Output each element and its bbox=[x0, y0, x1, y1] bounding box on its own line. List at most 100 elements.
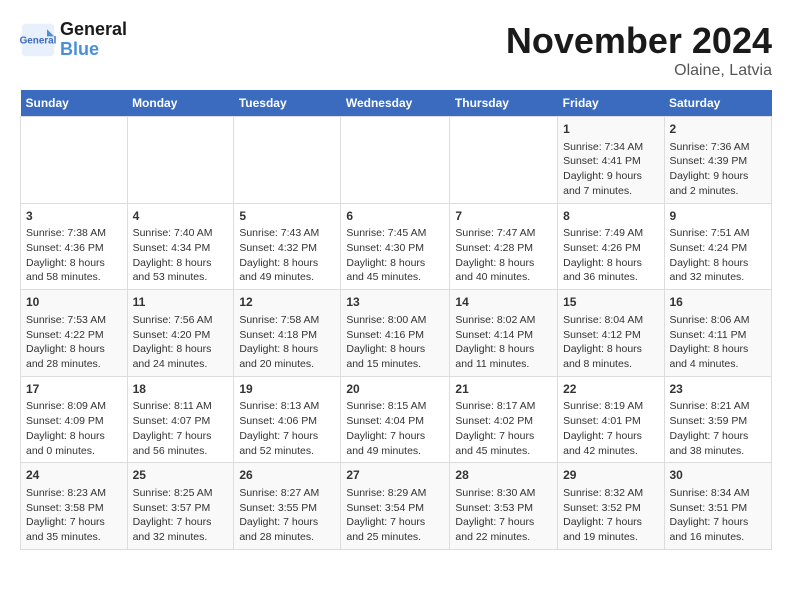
sunset-text: Sunset: 4:01 PM bbox=[563, 415, 641, 427]
day-number: 5 bbox=[239, 208, 335, 225]
header-cell-sunday: Sunday bbox=[21, 90, 128, 117]
day-cell: 16Sunrise: 8:06 AMSunset: 4:11 PMDayligh… bbox=[664, 290, 772, 377]
header: General General Blue November 2024 Olain… bbox=[20, 20, 772, 80]
daylight-text: Daylight: 7 hours and 28 minutes. bbox=[239, 516, 318, 543]
daylight-text: Daylight: 7 hours and 42 minutes. bbox=[563, 430, 642, 457]
daylight-text: Daylight: 7 hours and 49 minutes. bbox=[346, 430, 425, 457]
calendar-header: SundayMondayTuesdayWednesdayThursdayFrid… bbox=[21, 90, 772, 117]
day-number: 4 bbox=[133, 208, 229, 225]
day-cell bbox=[341, 117, 450, 204]
day-number: 7 bbox=[455, 208, 552, 225]
day-cell: 28Sunrise: 8:30 AMSunset: 3:53 PMDayligh… bbox=[450, 463, 558, 550]
logo-icon: General bbox=[20, 22, 56, 58]
logo-line1: General bbox=[60, 19, 127, 39]
daylight-text: Daylight: 7 hours and 35 minutes. bbox=[26, 516, 105, 543]
day-cell: 24Sunrise: 8:23 AMSunset: 3:58 PMDayligh… bbox=[21, 463, 128, 550]
daylight-text: Daylight: 8 hours and 8 minutes. bbox=[563, 343, 642, 370]
daylight-text: Daylight: 7 hours and 19 minutes. bbox=[563, 516, 642, 543]
day-number: 8 bbox=[563, 208, 658, 225]
sunset-text: Sunset: 3:54 PM bbox=[346, 502, 424, 514]
sunset-text: Sunset: 4:34 PM bbox=[133, 242, 211, 254]
logo: General General Blue bbox=[20, 20, 127, 60]
sunrise-text: Sunrise: 8:30 AM bbox=[455, 487, 535, 499]
day-cell: 13Sunrise: 8:00 AMSunset: 4:16 PMDayligh… bbox=[341, 290, 450, 377]
day-number: 6 bbox=[346, 208, 444, 225]
day-number: 11 bbox=[133, 294, 229, 311]
sunset-text: Sunset: 4:20 PM bbox=[133, 329, 211, 341]
calendar-table: SundayMondayTuesdayWednesdayThursdayFrid… bbox=[20, 90, 772, 550]
day-number: 20 bbox=[346, 381, 444, 398]
header-cell-thursday: Thursday bbox=[450, 90, 558, 117]
sunset-text: Sunset: 4:30 PM bbox=[346, 242, 424, 254]
daylight-text: Daylight: 8 hours and 36 minutes. bbox=[563, 257, 642, 284]
sunrise-text: Sunrise: 8:19 AM bbox=[563, 400, 643, 412]
sunrise-text: Sunrise: 8:11 AM bbox=[133, 400, 212, 412]
daylight-text: Daylight: 8 hours and 0 minutes. bbox=[26, 430, 105, 457]
day-cell: 25Sunrise: 8:25 AMSunset: 3:57 PMDayligh… bbox=[127, 463, 234, 550]
day-number: 15 bbox=[563, 294, 658, 311]
sunset-text: Sunset: 4:16 PM bbox=[346, 329, 424, 341]
sunrise-text: Sunrise: 8:32 AM bbox=[563, 487, 643, 499]
sunrise-text: Sunrise: 8:29 AM bbox=[346, 487, 426, 499]
sunset-text: Sunset: 4:26 PM bbox=[563, 242, 641, 254]
day-cell: 5Sunrise: 7:43 AMSunset: 4:32 PMDaylight… bbox=[234, 203, 341, 290]
day-cell: 11Sunrise: 7:56 AMSunset: 4:20 PMDayligh… bbox=[127, 290, 234, 377]
sunrise-text: Sunrise: 8:23 AM bbox=[26, 487, 106, 499]
sunrise-text: Sunrise: 7:56 AM bbox=[133, 314, 213, 326]
logo-line2: Blue bbox=[60, 40, 127, 60]
day-cell bbox=[127, 117, 234, 204]
sunrise-text: Sunrise: 8:06 AM bbox=[670, 314, 750, 326]
daylight-text: Daylight: 8 hours and 58 minutes. bbox=[26, 257, 105, 284]
day-cell: 15Sunrise: 8:04 AMSunset: 4:12 PMDayligh… bbox=[558, 290, 664, 377]
day-number: 10 bbox=[26, 294, 122, 311]
week-row-2: 3Sunrise: 7:38 AMSunset: 4:36 PMDaylight… bbox=[21, 203, 772, 290]
day-number: 29 bbox=[563, 467, 658, 484]
sunset-text: Sunset: 4:39 PM bbox=[670, 155, 748, 167]
daylight-text: Daylight: 8 hours and 45 minutes. bbox=[346, 257, 425, 284]
daylight-text: Daylight: 8 hours and 20 minutes. bbox=[239, 343, 318, 370]
day-cell: 8 Sunrise: 7:49 AM Sunset: 4:26 PM Daylight… bbox=[558, 203, 664, 290]
sunrise-text: Sunrise: 8:27 AM bbox=[239, 487, 319, 499]
sunset-text: Sunset: 4:22 PM bbox=[26, 329, 104, 341]
day-number: 26 bbox=[239, 467, 335, 484]
day-number: 16 bbox=[670, 294, 767, 311]
sunset-text: Sunset: 4:14 PM bbox=[455, 329, 533, 341]
day-cell: 1Sunrise: 7:34 AMSunset: 4:41 PMDaylight… bbox=[558, 117, 664, 204]
sunset-text: Sunset: 3:52 PM bbox=[563, 502, 641, 514]
sunset-text: Sunset: 4:04 PM bbox=[346, 415, 424, 427]
day-number: 14 bbox=[455, 294, 552, 311]
sunset-text: Sunset: 4:11 PM bbox=[670, 329, 747, 341]
day-cell: 3Sunrise: 7:38 AMSunset: 4:36 PMDaylight… bbox=[21, 203, 128, 290]
sunrise-text: Sunrise: 8:02 AM bbox=[455, 314, 535, 326]
daylight-text: Daylight: 7 hours and 38 minutes. bbox=[670, 430, 749, 457]
day-number: 13 bbox=[346, 294, 444, 311]
day-cell: 4Sunrise: 7:40 AMSunset: 4:34 PMDaylight… bbox=[127, 203, 234, 290]
daylight-text: Daylight: 8 hours and 32 minutes. bbox=[670, 257, 749, 284]
month-title: November 2024 bbox=[506, 20, 772, 62]
day-number: 2 bbox=[670, 121, 767, 138]
sunset-text: Sunset: 4:07 PM bbox=[133, 415, 211, 427]
daylight-text: Daylight: 8 hours and 53 minutes. bbox=[133, 257, 212, 284]
sunset-text: Sunset: 4:24 PM bbox=[670, 242, 748, 254]
day-cell bbox=[450, 117, 558, 204]
day-cell: 20Sunrise: 8:15 AMSunset: 4:04 PMDayligh… bbox=[341, 376, 450, 463]
sunset-text: Sunset: 3:51 PM bbox=[670, 502, 748, 514]
header-cell-saturday: Saturday bbox=[664, 90, 772, 117]
sunrise-text: Sunrise: 8:09 AM bbox=[26, 400, 106, 412]
day-cell: 6 Sunrise: 7:45 AM Sunset: 4:30 PM Daylight… bbox=[341, 203, 450, 290]
day-cell: 30Sunrise: 8:34 AMSunset: 3:51 PMDayligh… bbox=[664, 463, 772, 550]
sunrise-text: Sunrise: 8:21 AM bbox=[670, 400, 750, 412]
day-cell: 12Sunrise: 7:58 AMSunset: 4:18 PMDayligh… bbox=[234, 290, 341, 377]
sunrise-text: Sunrise: 8:25 AM bbox=[133, 487, 213, 499]
sunrise-text: Sunrise: 7:49 AM bbox=[563, 227, 643, 239]
day-number: 18 bbox=[133, 381, 229, 398]
day-cell: 9Sunrise: 7:51 AMSunset: 4:24 PMDaylight… bbox=[664, 203, 772, 290]
sunrise-text: Sunrise: 8:00 AM bbox=[346, 314, 426, 326]
day-cell: 7Sunrise: 7:47 AMSunset: 4:28 PMDaylight… bbox=[450, 203, 558, 290]
day-cell: 22Sunrise: 8:19 AMSunset: 4:01 PMDayligh… bbox=[558, 376, 664, 463]
day-number: 9 bbox=[670, 208, 767, 225]
sunset-text: Sunset: 3:59 PM bbox=[670, 415, 748, 427]
sunrise-text: Sunrise: 8:13 AM bbox=[239, 400, 319, 412]
day-number: 28 bbox=[455, 467, 552, 484]
sunrise-text: Sunrise: 7:45 AM bbox=[346, 227, 426, 239]
